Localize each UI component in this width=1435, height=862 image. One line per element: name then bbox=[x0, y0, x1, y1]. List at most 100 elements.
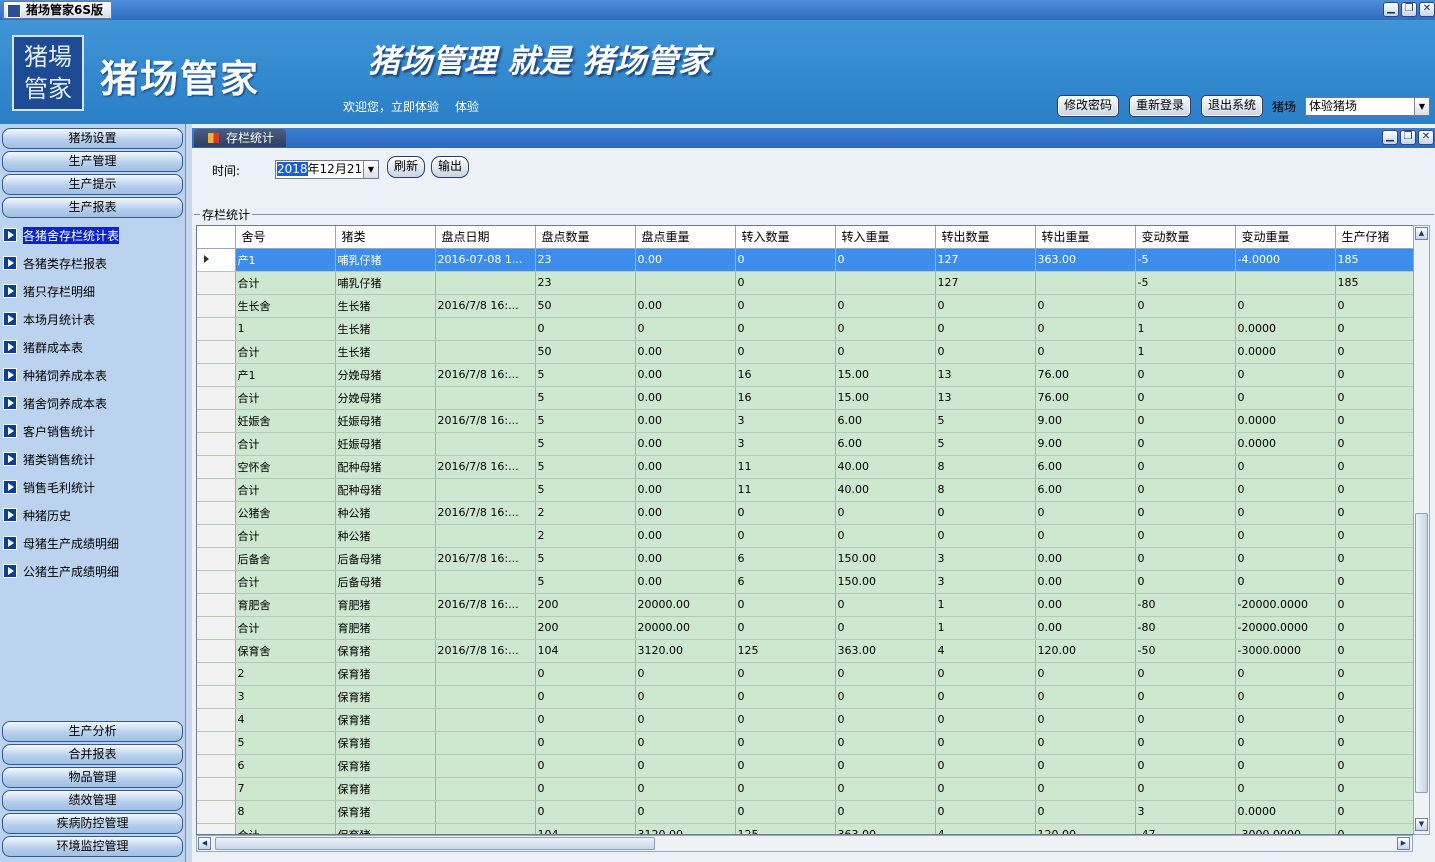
column-header[interactable]: 猪类 bbox=[335, 226, 436, 249]
table-cell[interactable]: -80 bbox=[1135, 593, 1236, 617]
scroll-right-icon[interactable]: ▶ bbox=[1397, 837, 1410, 850]
table-row[interactable]: 合计 分娩母猪 5 0.00 16 15.00 13 76.00 0 0 0 bbox=[197, 386, 1416, 410]
sidebar-item-2[interactable]: 猪只存栏明细 bbox=[3, 280, 95, 302]
table-row[interactable]: 2 保育猪 0 0 0 0 0 0 0 0 0 bbox=[197, 662, 1416, 686]
table-cell[interactable]: 0 bbox=[835, 501, 936, 525]
table-cell[interactable]: 0 bbox=[1335, 386, 1416, 410]
table-cell[interactable]: 0 bbox=[835, 685, 936, 709]
table-cell[interactable]: 后备母猪 bbox=[335, 570, 436, 594]
table-cell[interactable]: 0.00 bbox=[1035, 570, 1136, 594]
table-cell[interactable]: 40.00 bbox=[835, 455, 936, 479]
table-cell[interactable]: 0 bbox=[1135, 363, 1236, 387]
table-cell[interactable]: 哺乳仔猪 bbox=[335, 271, 436, 295]
table-cell[interactable]: 0 bbox=[935, 685, 1036, 709]
table-cell[interactable]: 13 bbox=[935, 386, 1036, 410]
table-cell[interactable]: 0 bbox=[835, 248, 936, 272]
table-cell[interactable]: 3120.00 bbox=[635, 823, 736, 834]
table-cell[interactable]: 0 bbox=[835, 754, 936, 778]
table-cell[interactable]: 0 bbox=[835, 662, 936, 686]
table-cell[interactable]: 保育猪 bbox=[335, 639, 436, 663]
minimize-icon[interactable]: ▁ bbox=[1383, 2, 1399, 17]
row-indicator[interactable] bbox=[197, 754, 236, 778]
table-row[interactable]: 公猪舍 种公猪 2016/7/8 16:... 2 0.00 0 0 0 0 0 0 0 bbox=[197, 501, 1416, 525]
table-cell[interactable]: 种公猪 bbox=[335, 501, 436, 525]
table-cell[interactable]: 0 bbox=[835, 800, 936, 824]
table-cell[interactable] bbox=[1235, 271, 1336, 295]
table-cell[interactable]: 0 bbox=[1135, 547, 1236, 571]
sidebar-item-7[interactable]: 客户销售统计 bbox=[3, 420, 95, 442]
table-cell[interactable]: 0 bbox=[735, 593, 836, 617]
table-cell[interactable]: 保育猪 bbox=[335, 731, 436, 755]
table-cell[interactable]: 0 bbox=[835, 294, 936, 318]
table-cell[interactable]: 0.00 bbox=[1035, 616, 1136, 640]
table-cell[interactable]: 保育舍 bbox=[235, 639, 336, 663]
table-cell[interactable]: 200 bbox=[535, 616, 636, 640]
table-row[interactable]: 合计 配种母猪 5 0.00 11 40.00 8 6.00 0 0 0 bbox=[197, 478, 1416, 502]
table-cell[interactable]: 2016/7/8 16:... bbox=[435, 294, 536, 318]
table-cell[interactable]: 5 bbox=[935, 432, 1036, 456]
sidebar-item-12[interactable]: 公猪生产成绩明细 bbox=[3, 560, 119, 582]
table-cell[interactable]: 185 bbox=[1335, 271, 1416, 295]
table-cell[interactable] bbox=[835, 271, 936, 295]
table-cell[interactable]: 分娩母猪 bbox=[335, 363, 436, 387]
calendar-dropdown-icon[interactable]: ▼ bbox=[363, 161, 378, 178]
table-cell[interactable]: 0 bbox=[535, 731, 636, 755]
table-cell[interactable]: 0 bbox=[1335, 317, 1416, 341]
table-cell[interactable]: 0 bbox=[1335, 823, 1416, 834]
table-cell[interactable]: 2016/7/8 16:... bbox=[435, 547, 536, 571]
row-indicator[interactable] bbox=[197, 432, 236, 456]
table-cell[interactable]: 0 bbox=[635, 777, 736, 801]
table-row[interactable]: 生长舍 生长猪 2016/7/8 16:... 50 0.00 0 0 0 0 0 0 0 bbox=[197, 294, 1416, 318]
column-header[interactable]: 盘点日期 bbox=[435, 226, 536, 249]
table-cell[interactable]: 0 bbox=[735, 524, 836, 548]
table-cell[interactable]: 0 bbox=[935, 754, 1036, 778]
table-cell[interactable]: 0 bbox=[1135, 708, 1236, 732]
table-cell[interactable]: 0 bbox=[1135, 662, 1236, 686]
table-cell[interactable]: 0 bbox=[1235, 524, 1336, 548]
table-cell[interactable]: 0 bbox=[1235, 777, 1336, 801]
table-cell[interactable]: -5 bbox=[1135, 271, 1236, 295]
inventory-grid[interactable]: 舍号 猪类 盘点日期 盘点数量 盘点重量 转入数量 转入重量 转出数量 转出重量 变动数量 变动重量… bbox=[196, 225, 1424, 835]
table-cell[interactable] bbox=[435, 570, 536, 594]
table-cell[interactable]: 20000.00 bbox=[635, 616, 736, 640]
date-picker[interactable]: 2018年12月21日 ▼ bbox=[275, 160, 379, 179]
table-cell[interactable]: 0 bbox=[1335, 754, 1416, 778]
table-cell[interactable]: 0 bbox=[1335, 547, 1416, 571]
table-cell[interactable]: 7 bbox=[235, 777, 336, 801]
table-cell[interactable]: 0 bbox=[1335, 708, 1416, 732]
table-cell[interactable]: 9.00 bbox=[1035, 432, 1136, 456]
table-cell[interactable]: 0 bbox=[935, 731, 1036, 755]
panel-close-icon[interactable]: ✕ bbox=[1418, 130, 1434, 145]
table-row[interactable]: 3 保育猪 0 0 0 0 0 0 0 0 0 bbox=[197, 685, 1416, 709]
table-cell[interactable]: 0 bbox=[1335, 570, 1416, 594]
table-cell[interactable]: 0 bbox=[735, 777, 836, 801]
row-indicator[interactable] bbox=[197, 248, 236, 272]
table-cell[interactable]: 6 bbox=[735, 570, 836, 594]
table-cell[interactable]: 0 bbox=[1335, 662, 1416, 686]
table-cell[interactable]: 生长猪 bbox=[335, 340, 436, 364]
row-indicator[interactable] bbox=[197, 478, 236, 502]
table-row[interactable]: 合计 种公猪 2 0.00 0 0 0 0 0 0 0 bbox=[197, 524, 1416, 548]
table-cell[interactable]: 种公猪 bbox=[335, 524, 436, 548]
table-cell[interactable]: 0 bbox=[835, 731, 936, 755]
relogin-button[interactable]: 重新登录 bbox=[1129, 95, 1192, 117]
scroll-left-icon[interactable]: ◀ bbox=[198, 837, 211, 850]
table-cell[interactable]: 0.00 bbox=[635, 363, 736, 387]
table-cell[interactable]: 0 bbox=[1335, 639, 1416, 663]
row-indicator[interactable] bbox=[197, 662, 236, 686]
table-cell[interactable]: 0 bbox=[1035, 708, 1136, 732]
table-cell[interactable]: 合计 bbox=[235, 478, 336, 502]
table-cell[interactable]: 15.00 bbox=[835, 363, 936, 387]
table-cell[interactable]: 0.00 bbox=[1035, 547, 1136, 571]
table-cell[interactable] bbox=[435, 478, 536, 502]
table-cell[interactable]: 0 bbox=[1235, 455, 1336, 479]
table-cell[interactable]: 0 bbox=[1035, 524, 1136, 548]
table-row[interactable]: 4 保育猪 0 0 0 0 0 0 0 0 0 bbox=[197, 708, 1416, 732]
table-cell[interactable] bbox=[435, 317, 536, 341]
table-cell[interactable]: 0 bbox=[935, 777, 1036, 801]
table-cell[interactable]: 13 bbox=[935, 363, 1036, 387]
table-cell[interactable]: -3000.0000 bbox=[1235, 639, 1336, 663]
table-cell[interactable]: 合计 bbox=[235, 524, 336, 548]
change-password-button[interactable]: 修改密码 bbox=[1057, 95, 1120, 117]
table-cell[interactable]: 0 bbox=[835, 616, 936, 640]
